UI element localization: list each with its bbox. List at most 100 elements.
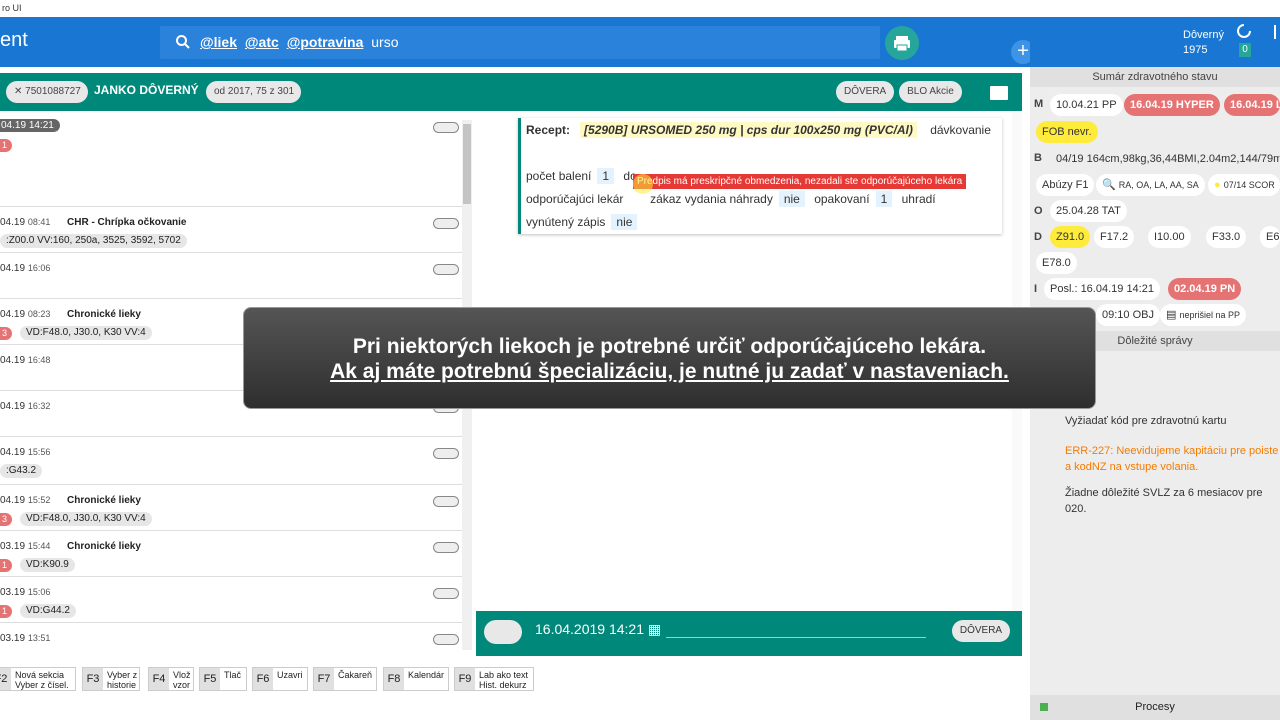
history-entry[interactable]: 04.19 16:06 xyxy=(0,253,462,299)
fkey-f7[interactable]: F7 Čakareň xyxy=(313,667,377,691)
d-chip-e780[interactable]: E78.0 xyxy=(1036,252,1077,274)
window-title: ro UI xyxy=(0,0,1280,17)
fkey-label: Tlač xyxy=(224,670,242,680)
entry-date: 04.19 16:06 xyxy=(0,263,51,274)
fkey-f8[interactable]: F8 Kalendár xyxy=(383,667,449,691)
message-svlz[interactable]: Žiadne dôležité SVLZ za 6 mesiacov pre 0… xyxy=(1065,485,1280,517)
d-chip-e6[interactable]: E6 xyxy=(1260,226,1280,248)
repeat-value[interactable]: 1 xyxy=(875,191,893,207)
entry-diagnosis: VD:G44.2 xyxy=(20,604,76,618)
eye-toggle-icon[interactable] xyxy=(433,218,459,229)
message-code-request[interactable]: Vyžiadať kód pre zdravotnú kartu xyxy=(1065,413,1280,429)
fkey-label: Kalendár xyxy=(408,670,445,680)
abuzy-chip[interactable]: Abúzy F1 xyxy=(1036,174,1095,196)
packs-value[interactable]: 1 xyxy=(597,168,615,184)
b-line[interactable]: 04/19 164cm,98kg,36,44BMI,2.04m2,144/79m… xyxy=(1050,148,1280,170)
user-name: Dôverný xyxy=(1183,29,1224,41)
fkey-key: F4 xyxy=(149,668,169,690)
fkey-f4[interactable]: F4 Vlož vzor xyxy=(148,667,194,691)
entry-count-badge: 1 xyxy=(0,559,12,572)
eye-toggle-icon[interactable] xyxy=(433,542,459,553)
entry-title: CHR - Chrípka očkovanie xyxy=(67,217,187,228)
d-chip-f330[interactable]: F33.0 xyxy=(1206,226,1247,248)
last-visit-chip[interactable]: Posl.: 16.04.19 14:21 xyxy=(1044,278,1160,300)
history-entry[interactable]: 04.19 14:21 1 xyxy=(0,111,462,207)
referring-doctor-label[interactable]: odporúčajúci lekár xyxy=(526,192,623,206)
fkey-f9[interactable]: F9 Lab ako text Hist. dekurz xyxy=(454,667,534,691)
entry-diagnosis: VD:K90.9 xyxy=(20,558,75,572)
history-entry[interactable]: 03.19 15:44 Chronické lieky 1 VD:K90.9 xyxy=(0,531,462,577)
dosage-label[interactable]: dávkovanie xyxy=(930,123,991,137)
patient-id-chip[interactable]: ✕ 7501088727 xyxy=(6,81,88,103)
blo-akcie-button[interactable]: BLO Akcie xyxy=(899,81,962,103)
o-chip-tat[interactable]: 25.04.28 TAT xyxy=(1050,200,1127,222)
obj-chip[interactable]: 09:10 OBJ xyxy=(1096,304,1160,326)
eye-toggle-icon[interactable] xyxy=(433,634,459,645)
recipe-drug[interactable]: [5290B] URSOMED 250 mg | cps dur 100x250… xyxy=(580,122,917,138)
search-tag-potravina[interactable]: @potravina xyxy=(287,34,364,50)
allergy-chip[interactable]: 🔍 RA, OA, LA, AA, SA xyxy=(1096,174,1205,196)
fkey-key: F5 xyxy=(200,668,220,690)
date-input-line[interactable] xyxy=(666,637,926,638)
history-entry[interactable]: 04.19 08:41 CHR - Chrípka očkovanie:Z00.0… xyxy=(0,207,462,253)
m-chip-pp[interactable]: 10.04.21 PP xyxy=(1050,94,1123,116)
calendar-icon[interactable]: ▦ xyxy=(648,621,661,637)
message-card[interactable]: karta xyxy=(1065,378,1280,394)
entry-datetime[interactable]: 16.04.2019 14:21 ▦ xyxy=(535,621,661,638)
overlay-line-2: Ak aj máte potrebnú špecializáciu, je nu… xyxy=(330,360,1009,383)
fkey-f3[interactable]: F3 Vyber z historie xyxy=(82,667,140,691)
search-tag-liek[interactable]: @liek xyxy=(200,34,237,50)
history-entry[interactable]: 03.19 13:51 xyxy=(0,623,462,656)
search-tag-atc[interactable]: @atc xyxy=(245,34,279,50)
tutorial-overlay: Pri niektorých liekoch je potrebné určiť… xyxy=(243,307,1096,409)
patient-bar: ✕ 7501088727 JANKO DÔVERNÝ od 2017, 75 z… xyxy=(0,73,1022,111)
dovera-button[interactable]: DÔVERA xyxy=(836,81,894,103)
d-chip-i1000[interactable]: I10.00 xyxy=(1148,226,1191,248)
forced-value[interactable]: nie xyxy=(611,214,638,230)
d-chip-f172[interactable]: F17.2 xyxy=(1094,226,1135,248)
ban-value[interactable]: nie xyxy=(778,191,805,207)
fob-chip[interactable]: FOB nevr. xyxy=(1036,121,1098,143)
m-chip-hyper[interactable]: 16.04.19 HYPER xyxy=(1124,94,1220,116)
search-input[interactable]: @liek @atc @potravina urso xyxy=(200,34,398,50)
print-button[interactable] xyxy=(885,26,919,60)
dovera-footer-button[interactable]: DÔVERA xyxy=(952,620,1010,642)
history-scroll-thumb[interactable] xyxy=(463,124,471,204)
fkey-f6[interactable]: F6 Uzavri xyxy=(252,667,308,691)
fkey-f5[interactable]: F5 Tlač xyxy=(199,667,247,691)
mouse-cursor-highlight xyxy=(633,174,653,194)
score-chip[interactable]: ● 07/14 SCOR xyxy=(1208,174,1280,196)
history-entry[interactable]: 04.19 15:52 Chronické lieky 3 VD:F48.0, J30… xyxy=(0,485,462,531)
sync-count-badge: 0 xyxy=(1239,43,1251,57)
fkey-label: Uzavri xyxy=(277,670,303,680)
neprisiel-chip[interactable]: ▤ neprišiel na PP xyxy=(1160,304,1247,326)
packs-label: počet balení xyxy=(526,169,592,183)
processes-footer[interactable]: Procesy xyxy=(1030,695,1280,720)
sync-icon[interactable] xyxy=(1236,23,1252,39)
entry-date: 04.19 16:32 xyxy=(0,401,51,412)
pn-chip[interactable]: 02.04.19 PN xyxy=(1168,278,1242,300)
fkey-f2[interactable]: F2Nová sekcia Vyber z čísel. xyxy=(0,667,76,691)
eye-toggle-icon[interactable] xyxy=(433,588,459,599)
m-chip-li[interactable]: 16.04.19 LI xyxy=(1224,94,1280,116)
eye-toggle-icon[interactable] xyxy=(433,496,459,507)
search-bar[interactable]: @liek @atc @potravina urso + xyxy=(160,26,1035,64)
app-title: ent xyxy=(0,29,28,51)
message-error[interactable]: ERR-227: Neevidujeme kapitáciu pre poist… xyxy=(1065,443,1280,475)
eye-toggle-icon[interactable] xyxy=(433,264,459,275)
eye-toggle-icon[interactable] xyxy=(433,122,459,133)
history-entry[interactable]: 04.19 15:56:G43.2 xyxy=(0,437,462,485)
fkey-key: F3 xyxy=(83,668,103,690)
fkey-label: Vlož vzor xyxy=(173,670,191,690)
card-view-icon[interactable] xyxy=(990,86,1008,100)
history-entry[interactable]: 03.19 15:06 1 VD:G44.2 xyxy=(0,577,462,623)
score-dot-icon: ● xyxy=(1214,179,1221,191)
entry-date: 04.19 14:21 xyxy=(0,119,60,132)
eye-toggle-icon[interactable] xyxy=(433,448,459,459)
entry-diagnosis: VD:F48.0, J30.0, K30 VV:4 xyxy=(20,326,152,340)
panel-edge-icon[interactable] xyxy=(1274,25,1280,39)
close-icon[interactable]: ✕ xyxy=(14,86,22,97)
d-chip-z910[interactable]: Z91.0 xyxy=(1050,226,1091,248)
entry-title: Chronické lieky xyxy=(67,495,141,506)
signature-button[interactable] xyxy=(484,620,522,644)
